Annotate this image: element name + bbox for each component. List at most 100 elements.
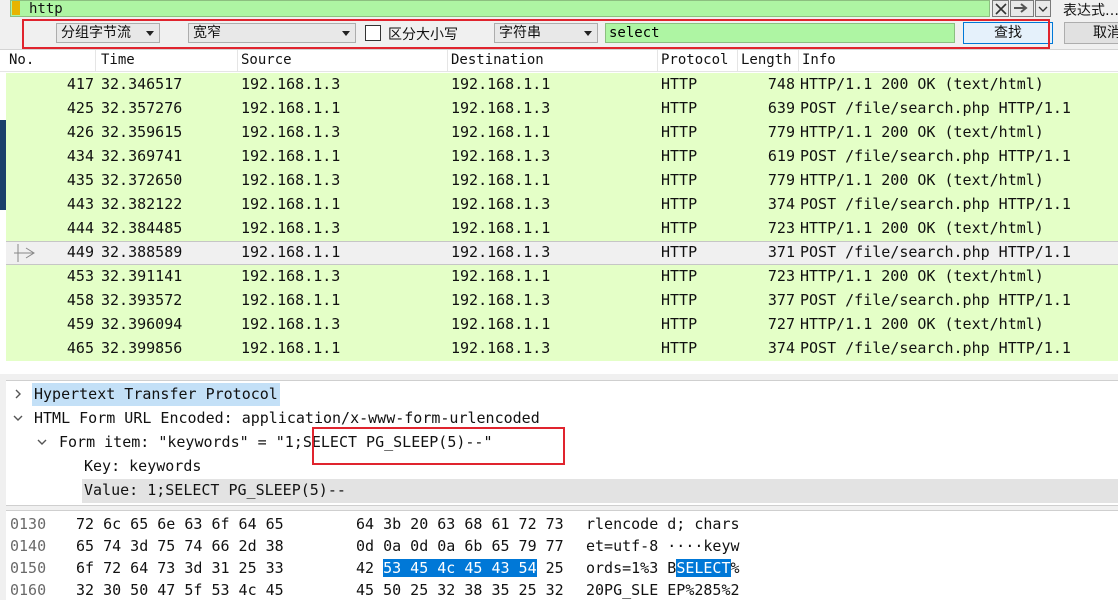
tree-item-value[interactable]: Value: 1;SELECT PG_SLEEP(5)-- bbox=[82, 479, 1118, 503]
packet-source: 192.168.1.3 bbox=[241, 267, 341, 285]
packet-row[interactable]: 458 32.393572 192.168.1.1 192.168.1.3 HTTP 37… bbox=[6, 289, 1118, 313]
packet-time: 32.388589 bbox=[101, 243, 183, 261]
character-width-value: 宽窄 bbox=[193, 25, 221, 41]
hex-bytes: 64 3b 20 63 68 61 72 73 bbox=[356, 515, 564, 533]
tree-item-form-urlencoded[interactable]: HTML Form URL Encoded: application/x-www… bbox=[6, 407, 1118, 431]
bytes-row[interactable]: 0140 65 74 3d 75 74 66 2d 38 0d 0a 0d 0a… bbox=[6, 535, 1118, 557]
packet-bytes-pane: 0130 72 6c 65 6e 63 6f 64 65 64 3b 20 63… bbox=[6, 510, 1118, 600]
column-header-info[interactable]: Info bbox=[799, 50, 1118, 72]
filter-apply-button[interactable] bbox=[1010, 0, 1034, 17]
packet-destination: 192.168.1.3 bbox=[451, 147, 551, 165]
packet-destination: 192.168.1.3 bbox=[451, 243, 551, 261]
selected-hex-bytes: 53 45 4c 45 43 54 bbox=[383, 559, 537, 577]
packet-source: 192.168.1.3 bbox=[241, 315, 341, 333]
packet-destination: 192.168.1.1 bbox=[451, 315, 551, 333]
filter-history-dropdown[interactable] bbox=[1035, 0, 1051, 17]
packet-time: 32.369741 bbox=[101, 147, 183, 165]
column-header-no[interactable]: No. bbox=[6, 50, 96, 72]
tree-item-key[interactable]: Key: keywords bbox=[6, 455, 1118, 479]
case-sensitive-checkbox[interactable] bbox=[365, 25, 381, 41]
packet-destination: 192.168.1.3 bbox=[451, 195, 551, 213]
bytes-row[interactable]: 0160 32 30 50 47 5f 53 4c 45 45 50 25 32… bbox=[6, 579, 1118, 600]
packet-length: 374 bbox=[767, 195, 795, 213]
packet-row[interactable]: 435 32.372650 192.168.1.3 192.168.1.1 HTTP 77… bbox=[6, 169, 1118, 193]
packet-time: 32.359615 bbox=[101, 123, 183, 141]
column-header-protocol[interactable]: Protocol bbox=[658, 50, 738, 72]
packet-source: 192.168.1.1 bbox=[241, 147, 341, 165]
search-in-select[interactable]: 分组字节流 bbox=[56, 23, 160, 43]
packet-info: HTTP/1.1 200 OK (text/html) bbox=[800, 123, 1044, 141]
column-header-destination[interactable]: Destination bbox=[448, 50, 658, 72]
packet-protocol: HTTP bbox=[661, 315, 698, 333]
hex-bytes: 45 50 25 32 38 35 25 32 bbox=[356, 581, 564, 599]
filter-bookmark-icon[interactable] bbox=[12, 1, 20, 15]
column-header-length[interactable]: Length bbox=[738, 50, 799, 72]
chevron-down-icon[interactable] bbox=[12, 407, 26, 431]
packet-length: 779 bbox=[767, 171, 795, 189]
bytes-row[interactable]: 0150 6f 72 64 73 3d 31 25 33 42 53 45 4c… bbox=[6, 557, 1118, 579]
packet-info: HTTP/1.1 200 OK (text/html) bbox=[800, 219, 1044, 237]
packet-list: No. Time Source Destination Protocol Len… bbox=[0, 50, 1118, 374]
hex-bytes: 32 30 50 47 5f 53 4c 45 bbox=[76, 581, 284, 599]
packet-row[interactable]: 417 32.346517 192.168.1.3 192.168.1.1 HTTP 74… bbox=[6, 73, 1118, 97]
packet-row[interactable]: 453 32.391141 192.168.1.3 192.168.1.1 HTTP 72… bbox=[6, 265, 1118, 289]
packet-source: 192.168.1.1 bbox=[241, 291, 341, 309]
packet-row[interactable]: 465 32.399856 192.168.1.1 192.168.1.3 HTTP 37… bbox=[6, 337, 1118, 361]
packet-row-selected[interactable]: 449 32.388589 192.168.1.1 192.168.1.3 HTTP 37… bbox=[6, 241, 1118, 265]
packet-info: POST /file/search.php HTTP/1.1 bbox=[800, 195, 1071, 213]
packet-protocol: HTTP bbox=[661, 219, 698, 237]
packet-no: 443 bbox=[66, 195, 94, 213]
packet-destination: 192.168.1.1 bbox=[451, 123, 551, 141]
packet-row[interactable]: 434 32.369741 192.168.1.1 192.168.1.3 HTTP 61… bbox=[6, 145, 1118, 169]
packet-time: 32.384485 bbox=[101, 219, 183, 237]
cancel-button[interactable]: 取消 bbox=[1064, 22, 1118, 44]
packet-row[interactable]: 425 32.357276 192.168.1.1 192.168.1.3 HTTP 63… bbox=[6, 97, 1118, 121]
packet-length: 377 bbox=[767, 291, 795, 309]
packet-row[interactable]: 443 32.382122 192.168.1.1 192.168.1.3 HTTP 37… bbox=[6, 193, 1118, 217]
ascii-bytes: ords=1%3 B bbox=[586, 559, 677, 577]
packet-row[interactable]: 459 32.396094 192.168.1.3 192.168.1.1 HTTP 72… bbox=[6, 313, 1118, 337]
search-type-select[interactable]: 字符串 bbox=[494, 23, 598, 43]
packet-length: 371 bbox=[767, 243, 795, 261]
packet-length: 779 bbox=[767, 123, 795, 141]
column-header-time[interactable]: Time bbox=[98, 50, 238, 72]
packet-info: POST /file/search.php HTTP/1.1 bbox=[800, 291, 1071, 309]
expression-button[interactable]: 表达式… bbox=[1063, 0, 1118, 20]
hex-bytes: 25 bbox=[536, 559, 564, 577]
packet-source: 192.168.1.1 bbox=[241, 243, 341, 261]
packet-length: 619 bbox=[767, 147, 795, 165]
tree-item-label: HTML Form URL Encoded: application/x-www… bbox=[34, 409, 540, 427]
chevron-right-icon[interactable] bbox=[12, 383, 26, 407]
display-filter-input[interactable] bbox=[10, 0, 990, 17]
packet-protocol: HTTP bbox=[661, 243, 698, 261]
bytes-row[interactable]: 0130 72 6c 65 6e 63 6f 64 65 64 3b 20 63… bbox=[6, 513, 1118, 535]
tree-item-form-item[interactable]: Form item: "keywords" = "1;SELECT PG_SLE… bbox=[6, 431, 1118, 455]
packet-destination: 192.168.1.1 bbox=[451, 171, 551, 189]
find-button[interactable]: 查找 bbox=[963, 22, 1053, 44]
dropdown-arrow-icon bbox=[584, 31, 592, 36]
packet-info: POST /file/search.php HTTP/1.1 bbox=[800, 99, 1071, 117]
packet-time: 32.396094 bbox=[101, 315, 183, 333]
packet-no: 465 bbox=[66, 339, 94, 357]
background-window-edge bbox=[0, 120, 6, 210]
display-filter-bar: 表达式… bbox=[0, 0, 1118, 20]
chevron-down-icon[interactable] bbox=[36, 431, 50, 455]
filter-clear-button[interactable] bbox=[992, 0, 1009, 17]
packet-destination: 192.168.1.3 bbox=[451, 99, 551, 117]
packet-info: HTTP/1.1 200 OK (text/html) bbox=[800, 267, 1044, 285]
packet-row[interactable]: 426 32.359615 192.168.1.3 192.168.1.1 HTTP 77… bbox=[6, 121, 1118, 145]
column-header-source[interactable]: Source bbox=[238, 50, 448, 72]
arrow-right-icon bbox=[1014, 3, 1028, 13]
character-width-select[interactable]: 宽窄 bbox=[188, 23, 356, 43]
dropdown-arrow-icon bbox=[342, 31, 350, 36]
tree-item-http[interactable]: Hypertext Transfer Protocol bbox=[6, 383, 1118, 407]
packet-info: POST /file/search.php HTTP/1.1 bbox=[800, 147, 1071, 165]
hex-bytes: 42 bbox=[356, 559, 384, 577]
packet-info: POST /file/search.php HTTP/1.1 bbox=[800, 243, 1071, 261]
packet-row[interactable]: 444 32.384485 192.168.1.3 192.168.1.1 HTTP 72… bbox=[6, 217, 1118, 241]
close-icon bbox=[995, 3, 1007, 15]
search-string-input[interactable] bbox=[605, 23, 955, 43]
packet-time: 32.393572 bbox=[101, 291, 183, 309]
packet-time: 32.357276 bbox=[101, 99, 183, 117]
packet-protocol: HTTP bbox=[661, 171, 698, 189]
